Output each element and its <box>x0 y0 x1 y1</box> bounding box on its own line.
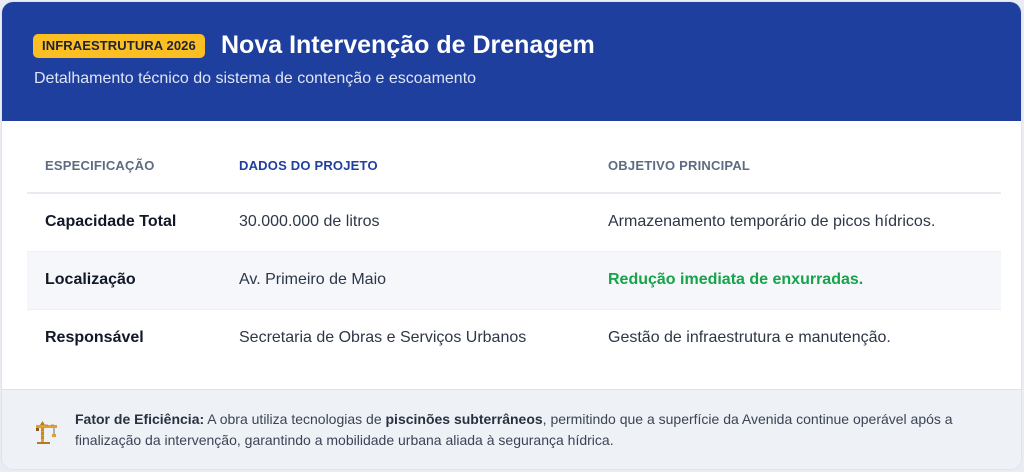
page-subtitle: Detalhamento técnico do sistema de conte… <box>34 70 477 87</box>
table-row: Responsável Secretaria de Obras e Serviç… <box>27 310 1001 367</box>
page-title: Nova Intervenção de Drenagem <box>221 31 595 59</box>
info-card: INFRAESTRUTURA 2026 Nova Intervenção de … <box>1 1 1022 470</box>
cell-dados: 30.000.000 de litros <box>239 213 380 230</box>
table-row: Capacidade Total 30.000.000 de litros Ar… <box>27 194 1001 252</box>
column-header-dados: DADOS DO PROJETO <box>239 158 378 173</box>
category-badge: INFRAESTRUTURA 2026 <box>33 34 205 58</box>
cell-objetivo: Armazenamento temporário de picos hídric… <box>608 213 936 230</box>
column-header-objetivo: OBJETIVO PRINCIPAL <box>608 158 751 173</box>
efficiency-note: Fator de Eficiência: A obra utiliza tecn… <box>2 389 1021 469</box>
cell-spec: Capacidade Total <box>45 213 177 230</box>
card-header: INFRAESTRUTURA 2026 Nova Intervenção de … <box>2 2 1021 121</box>
note-label: Fator de Eficiência: <box>75 411 205 427</box>
cell-objetivo-highlight: Redução imediata de enxurradas. <box>608 271 864 288</box>
cell-dados: Secretaria de Obras e Serviços Urbanos <box>239 329 527 346</box>
note-text-before: A obra utiliza tecnologias de <box>204 411 386 427</box>
column-header-spec: ESPECIFICAÇÃO <box>45 158 155 173</box>
cell-objetivo: Gestão de infraestrutura e manutenção. <box>608 329 891 346</box>
spec-table: ESPECIFICAÇÃO DADOS DO PROJETO OBJETIVO … <box>27 138 1001 367</box>
table-header: ESPECIFICAÇÃO DADOS DO PROJETO OBJETIVO … <box>27 138 1001 194</box>
note-highlight: piscinões subterrâneos <box>385 411 543 427</box>
cell-dados: Av. Primeiro de Maio <box>239 271 387 288</box>
construction-crane-icon <box>35 421 59 445</box>
table-row: Localização Av. Primeiro de Maio Redução… <box>27 252 1001 310</box>
cell-spec: Responsável <box>45 329 144 346</box>
cell-spec: Localização <box>45 271 136 288</box>
